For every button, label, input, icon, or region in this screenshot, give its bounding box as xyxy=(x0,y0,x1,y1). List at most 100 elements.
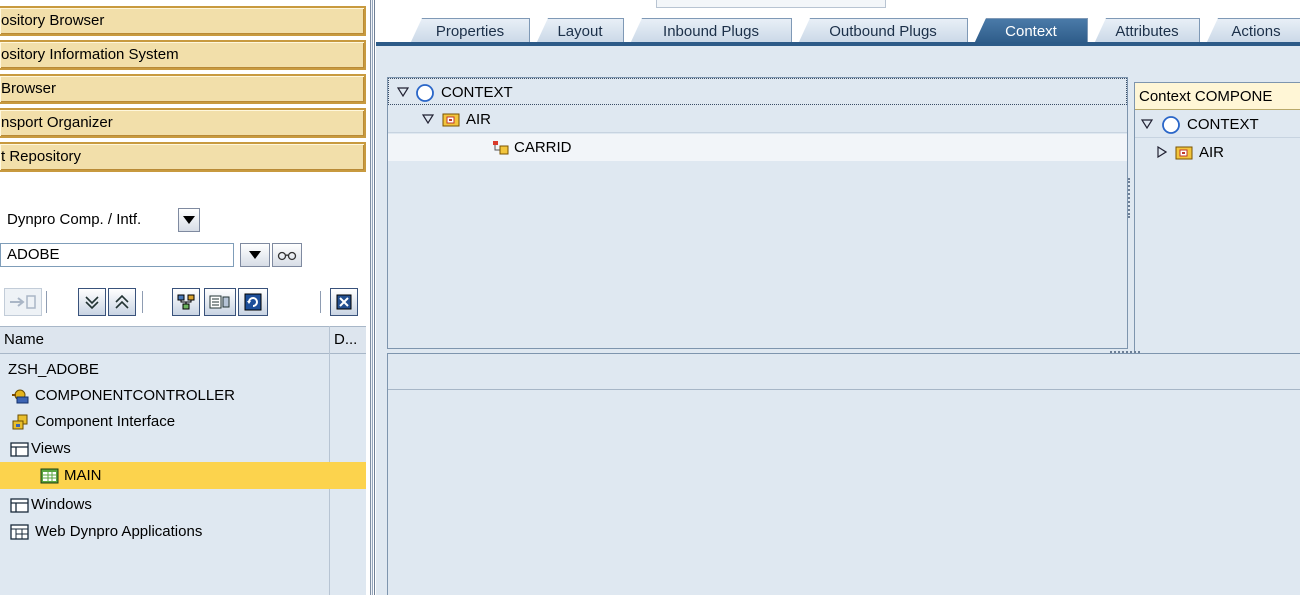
object-name-value: ADOBE xyxy=(7,246,60,263)
tab-strip: Properties Layout Inbound Plugs Outbound… xyxy=(376,0,1300,44)
tab-layout[interactable]: Layout xyxy=(536,18,624,44)
nav-label: Browser xyxy=(1,80,57,97)
tree-row-web-dynpro-applications[interactable]: Web Dynpro Applications xyxy=(0,518,366,545)
tree-row-main-selected[interactable]: MAIN xyxy=(0,462,366,489)
tab-label: Attributes xyxy=(1115,23,1179,40)
tree-row-root[interactable]: ZSH_ADOBE xyxy=(0,356,366,383)
collapse-all-button[interactable] xyxy=(108,288,136,316)
context-node-icon xyxy=(1175,146,1193,160)
object-navigator-pane: ository Browser ository Information Syst… xyxy=(0,0,370,595)
nav-test-repository[interactable]: t Repository xyxy=(0,142,366,172)
expanded-triangle-icon xyxy=(422,114,434,124)
tree-row-label: Web Dynpro Applications xyxy=(35,523,203,540)
tab-outbound-plugs[interactable]: Outbound Plugs xyxy=(798,18,968,44)
nav-label: nsport Organizer xyxy=(1,114,113,131)
object-name-input[interactable]: ADOBE xyxy=(0,243,234,267)
collapse-subtree-icon xyxy=(115,294,129,309)
chevron-down-icon xyxy=(249,251,261,259)
component-context-node-air[interactable]: AIR xyxy=(1135,139,1300,166)
tree-row-label: ZSH_ADOBE xyxy=(8,361,99,378)
back-forward-button[interactable] xyxy=(4,288,42,316)
applications-icon xyxy=(10,524,29,540)
expanded-triangle-icon xyxy=(397,87,409,97)
tree-row-windows[interactable]: Windows xyxy=(0,491,366,518)
object-type-select[interactable]: Dynpro Comp. / Intf. xyxy=(0,208,180,232)
tab-actions[interactable]: Actions xyxy=(1206,18,1300,44)
column-header-name[interactable]: Name xyxy=(4,331,44,348)
component-context-root-row[interactable]: CONTEXT xyxy=(1135,111,1300,138)
component-context-tree: Context COMPONE CONTEXT AIR xyxy=(1134,82,1300,352)
context-node-label: AIR xyxy=(466,111,492,128)
tab-label: Inbound Plugs xyxy=(663,23,759,40)
tab-inbound-plugs[interactable]: Inbound Plugs xyxy=(630,18,792,44)
context-attribute-label: CARRID xyxy=(514,139,572,156)
list-icon xyxy=(209,295,230,309)
expand-subtree-icon xyxy=(85,296,99,310)
object-type-value: Dynpro Comp. / Intf. xyxy=(7,211,142,228)
object-tree-header: Name D... xyxy=(0,326,366,354)
component-interface-icon xyxy=(12,414,28,430)
tree-row-label: Windows xyxy=(31,496,92,513)
tab-label: Layout xyxy=(557,23,603,40)
object-type-dropdown-button[interactable] xyxy=(178,208,200,232)
context-root-icon xyxy=(416,84,434,102)
folder-icon xyxy=(10,442,29,457)
view-context-tree: CONTEXT AIR CARRID xyxy=(387,77,1130,349)
context-root-label: CONTEXT xyxy=(441,84,513,101)
refresh-icon xyxy=(244,293,262,311)
context-properties-panel xyxy=(387,351,1300,595)
object-name-dropdown-button[interactable] xyxy=(240,243,270,267)
tree-row-componentcontroller[interactable]: COMPONENTCONTROLLER xyxy=(0,382,366,409)
tab-properties[interactable]: Properties xyxy=(410,18,530,44)
nav-label: ository Information System xyxy=(1,46,179,63)
panel-resize-handle[interactable] xyxy=(1128,178,1130,218)
tab-label: Properties xyxy=(435,23,505,40)
tree-row-label: Component Interface xyxy=(35,413,176,430)
tree-row-views[interactable]: Views xyxy=(0,435,366,462)
tree-row-label: MAIN xyxy=(64,467,102,484)
tree-row-label: COMPONENTCONTROLLER xyxy=(35,387,236,404)
context-attribute-icon xyxy=(493,141,509,155)
folder-icon xyxy=(10,498,29,513)
glasses-icon xyxy=(277,251,297,261)
display-list-button[interactable] xyxy=(204,288,236,316)
refresh-button[interactable] xyxy=(238,288,268,316)
context-attribute-carrid[interactable]: CARRID xyxy=(388,134,1127,161)
forward-arrow-icon xyxy=(10,295,36,309)
component-context-header-label: Context COMPONE xyxy=(1139,88,1273,105)
component-context-root-label: CONTEXT xyxy=(1187,116,1259,133)
editor-pane: Properties Layout Inbound Plugs Outbound… xyxy=(376,0,1300,595)
chevron-down-icon xyxy=(183,216,195,224)
nav-tag-browser[interactable]: Browser xyxy=(0,74,366,104)
collapsed-triangle-icon xyxy=(1157,146,1167,158)
nav-repository-browser[interactable]: ository Browser xyxy=(0,6,366,36)
component-context-header: Context COMPONE xyxy=(1135,83,1300,110)
close-icon xyxy=(336,294,352,310)
tab-attributes[interactable]: Attributes xyxy=(1094,18,1200,44)
tab-label: Actions xyxy=(1231,23,1281,40)
tab-context[interactable]: Context xyxy=(974,18,1088,44)
tab-label: Outbound Plugs xyxy=(829,23,937,40)
nav-label: t Repository xyxy=(1,148,82,165)
view-icon xyxy=(40,468,59,484)
hierarchy-button[interactable] xyxy=(172,288,200,316)
expand-all-button[interactable] xyxy=(78,288,106,316)
column-header-description[interactable]: D... xyxy=(334,331,357,348)
tree-row-label: Views xyxy=(31,440,71,457)
nav-label: ository Browser xyxy=(1,12,105,29)
context-root-icon xyxy=(1162,116,1180,134)
hierarchy-icon xyxy=(177,294,195,310)
close-tree-button[interactable] xyxy=(330,288,358,316)
tab-label: Context xyxy=(1005,23,1057,40)
context-node-icon xyxy=(442,113,460,127)
context-properties-header xyxy=(388,354,1300,390)
nav-transport-organizer[interactable]: nsport Organizer xyxy=(0,108,366,138)
context-root-row[interactable]: CONTEXT xyxy=(388,78,1127,105)
expanded-triangle-icon xyxy=(1141,119,1153,129)
tree-row-component-interface[interactable]: Component Interface xyxy=(0,408,366,435)
component-controller-icon xyxy=(12,389,29,404)
context-node-air[interactable]: AIR xyxy=(388,106,1127,133)
horizontal-resize-handle[interactable] xyxy=(1110,351,1140,353)
nav-repository-information-system[interactable]: ository Information System xyxy=(0,40,366,70)
display-glasses-button[interactable] xyxy=(272,243,302,267)
